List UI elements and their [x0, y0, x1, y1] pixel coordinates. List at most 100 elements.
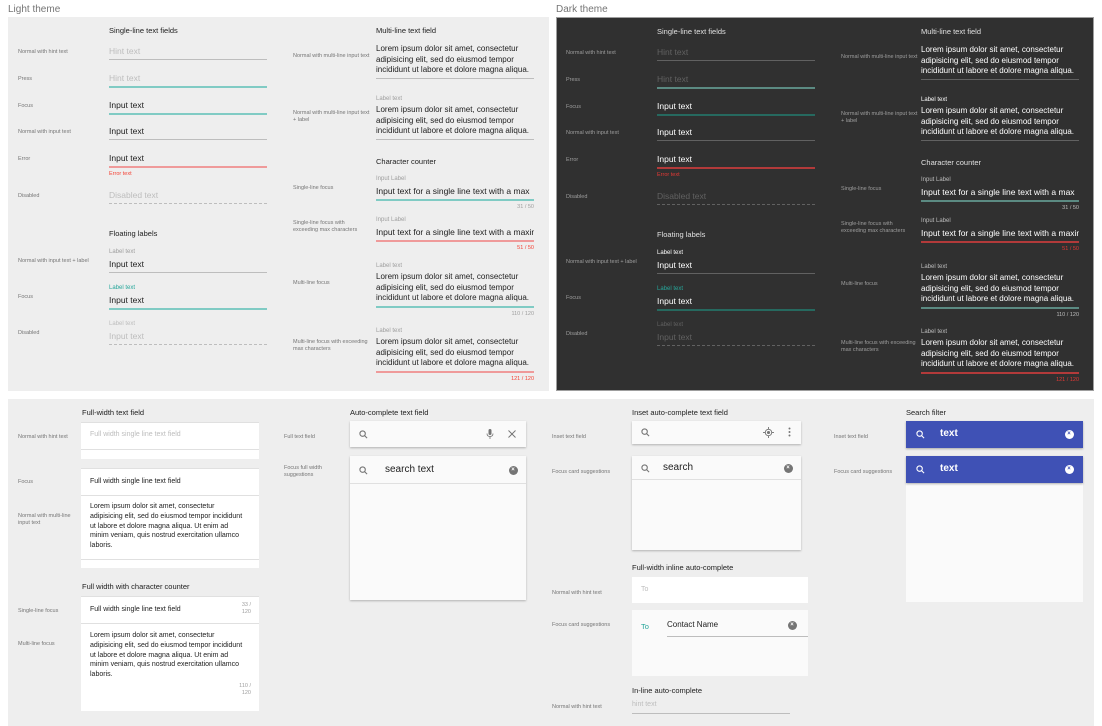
input-text: Input text — [657, 296, 692, 306]
floating-labels-section-title: Floating labels — [109, 229, 158, 238]
field-underline — [921, 78, 1079, 80]
search-filter-suggestions[interactable]: text × — [906, 456, 1083, 602]
char-counter: 31 / 50 — [1062, 205, 1079, 211]
search-input[interactable]: text — [940, 428, 958, 439]
close-icon[interactable] — [506, 428, 518, 440]
light-theme-title: Light theme — [8, 4, 61, 15]
clear-icon[interactable]: × — [786, 619, 798, 631]
field-underline — [921, 241, 1079, 243]
input-text: Input text — [109, 153, 144, 163]
auto-complete-suggestions[interactable]: search text × — [350, 456, 526, 600]
field-underline — [109, 86, 267, 88]
single-line-section-title: Single-line text fields — [657, 27, 726, 36]
counter-single-field[interactable]: Input Label Input text for a single line… — [376, 176, 534, 210]
hint-text: Hint text — [109, 73, 141, 83]
clear-icon[interactable]: × — [1063, 428, 1075, 440]
field-underline — [109, 344, 267, 345]
full-width-focus-field[interactable]: Full width single line text field Lorem … — [81, 468, 259, 568]
counter-multi-field[interactable]: Label text Lorem ipsum dolor sit amet, c… — [376, 263, 534, 317]
floating-label-focus-field[interactable]: Label text Input text — [109, 285, 267, 310]
more-vert-icon[interactable] — [783, 426, 795, 438]
multi-line-field[interactable]: Lorem ipsum dolor sit amet, consectetur … — [376, 44, 534, 79]
field-underline — [657, 204, 815, 205]
search-icon — [357, 428, 369, 440]
search-icon — [357, 464, 369, 476]
row-label: Disabled — [566, 331, 588, 337]
clear-icon[interactable]: × — [507, 464, 519, 476]
microphone-icon[interactable] — [484, 428, 496, 440]
press-text-field[interactable]: Hint text — [657, 73, 815, 89]
multi-line-label-field[interactable]: Label text Lorem ipsum dolor sit amet, c… — [376, 96, 534, 140]
location-icon[interactable] — [762, 426, 774, 438]
search-icon — [914, 428, 926, 440]
clear-icon[interactable]: × — [1063, 463, 1075, 475]
row-label: Single-line focus — [18, 608, 59, 614]
inline-hint-field[interactable]: hint text — [632, 699, 790, 714]
inline-suggestions-card[interactable]: To Contact Name × — [632, 610, 808, 676]
clear-icon[interactable]: × — [782, 462, 794, 474]
multi-line-text: Lorem ipsum dolor sit amet, consectetur … — [376, 105, 529, 135]
field-underline — [376, 199, 534, 201]
inline-to-field[interactable]: To — [632, 577, 808, 603]
multi-line-text[interactable]: Lorem ipsum dolor sit amet, consectetur … — [90, 631, 242, 680]
floating-label-field[interactable]: Label text Input text — [109, 249, 267, 273]
search-input[interactable]: search — [663, 462, 693, 473]
multi-line-text[interactable]: Lorem ipsum dolor sit amet, consectetur … — [90, 502, 242, 551]
multi-line-field[interactable]: Lorem ipsum dolor sit amet, consectetur … — [921, 45, 1079, 80]
multi-line-section-title: Multi-line text field — [921, 27, 982, 36]
error-text-field[interactable]: Input text Error text — [657, 153, 815, 178]
search-filter-bar[interactable]: text × — [906, 421, 1083, 448]
divider — [667, 636, 808, 637]
row-label: Focus — [566, 295, 581, 301]
counter-multi-exceeding-field[interactable]: Label text Lorem ipsum dolor sit amet, c… — [921, 329, 1079, 383]
focus-text-field[interactable]: Input text — [109, 99, 267, 115]
search-input[interactable]: text — [940, 463, 958, 474]
char-counter: 110 / 120 — [239, 683, 251, 696]
search-filter-bar[interactable]: text × — [906, 456, 1083, 483]
dark-theme-title: Dark theme — [556, 4, 608, 15]
error-text: Error text — [109, 171, 132, 177]
error-text-field[interactable]: Input text Error text — [109, 152, 267, 177]
field-underline — [109, 166, 267, 168]
character-counter-section-title: Character counter — [921, 158, 982, 167]
focus-text-field[interactable]: Input text — [657, 100, 815, 116]
input-text-field[interactable]: Input text — [657, 126, 815, 141]
press-text-field[interactable]: Hint text — [109, 72, 267, 88]
floating-label-focus-field[interactable]: Label text Input text — [657, 286, 815, 311]
hint-text: Full width single line text field — [90, 431, 181, 438]
to-prefix: To — [641, 622, 649, 631]
hint-text-field[interactable]: Hint text — [109, 45, 267, 60]
field-label: Label text — [376, 328, 403, 334]
inset-auto-complete-field[interactable] — [632, 421, 801, 444]
input-text-field[interactable]: Input text — [109, 125, 267, 140]
counter-single-field[interactable]: Input Label Input text for a single line… — [921, 177, 1079, 211]
search-input[interactable]: search text — [385, 464, 434, 475]
floating-label-field[interactable]: Label text Input text — [657, 250, 815, 274]
counter-single-exceeding-field[interactable]: Input Label Input text for a single line… — [376, 217, 534, 251]
row-label: Multi-line focus with exceeding max char… — [293, 339, 368, 353]
row-label: Focus card suggestions — [552, 622, 611, 628]
field-underline — [376, 77, 534, 79]
row-label: Normal with input text — [18, 129, 71, 135]
contact-name[interactable]: Contact Name — [667, 620, 718, 629]
field-label: Label text — [921, 329, 948, 335]
row-label: Single-line focus with exceeding max cha… — [293, 220, 358, 234]
counter-single-exceeding-field[interactable]: Input Label Input text for a single line… — [921, 218, 1079, 252]
full-width-counter-field[interactable]: Full width single line text field 33 / 1… — [81, 596, 259, 711]
row-label: Focus card suggestions — [552, 469, 611, 475]
inline-auto-complete-section-title: In-line auto-complete — [632, 686, 703, 695]
row-label: Single-line focus — [841, 186, 882, 192]
hint-text-field[interactable]: Hint text — [657, 46, 815, 61]
multi-line-label-field[interactable]: Label text Lorem ipsum dolor sit amet, c… — [921, 97, 1079, 141]
multi-line-text: Lorem ipsum dolor sit amet, consectetur … — [376, 44, 529, 74]
counter-multi-field[interactable]: Label text Lorem ipsum dolor sit amet, c… — [921, 264, 1079, 318]
field-label: Input Label — [376, 217, 406, 223]
full-width-hint-field[interactable]: Full width single line text field — [81, 422, 259, 459]
inset-suggestions-card[interactable]: search × — [632, 456, 801, 550]
to-prefix: To — [641, 586, 649, 593]
auto-complete-field[interactable] — [350, 421, 526, 447]
multi-line-text: Lorem ipsum dolor sit amet, consectetur … — [921, 338, 1074, 368]
floating-label-disabled-field: Label text Input text — [657, 322, 815, 346]
counter-multi-exceeding-field[interactable]: Label text Lorem ipsum dolor sit amet, c… — [376, 328, 534, 382]
field-underline — [109, 139, 267, 140]
